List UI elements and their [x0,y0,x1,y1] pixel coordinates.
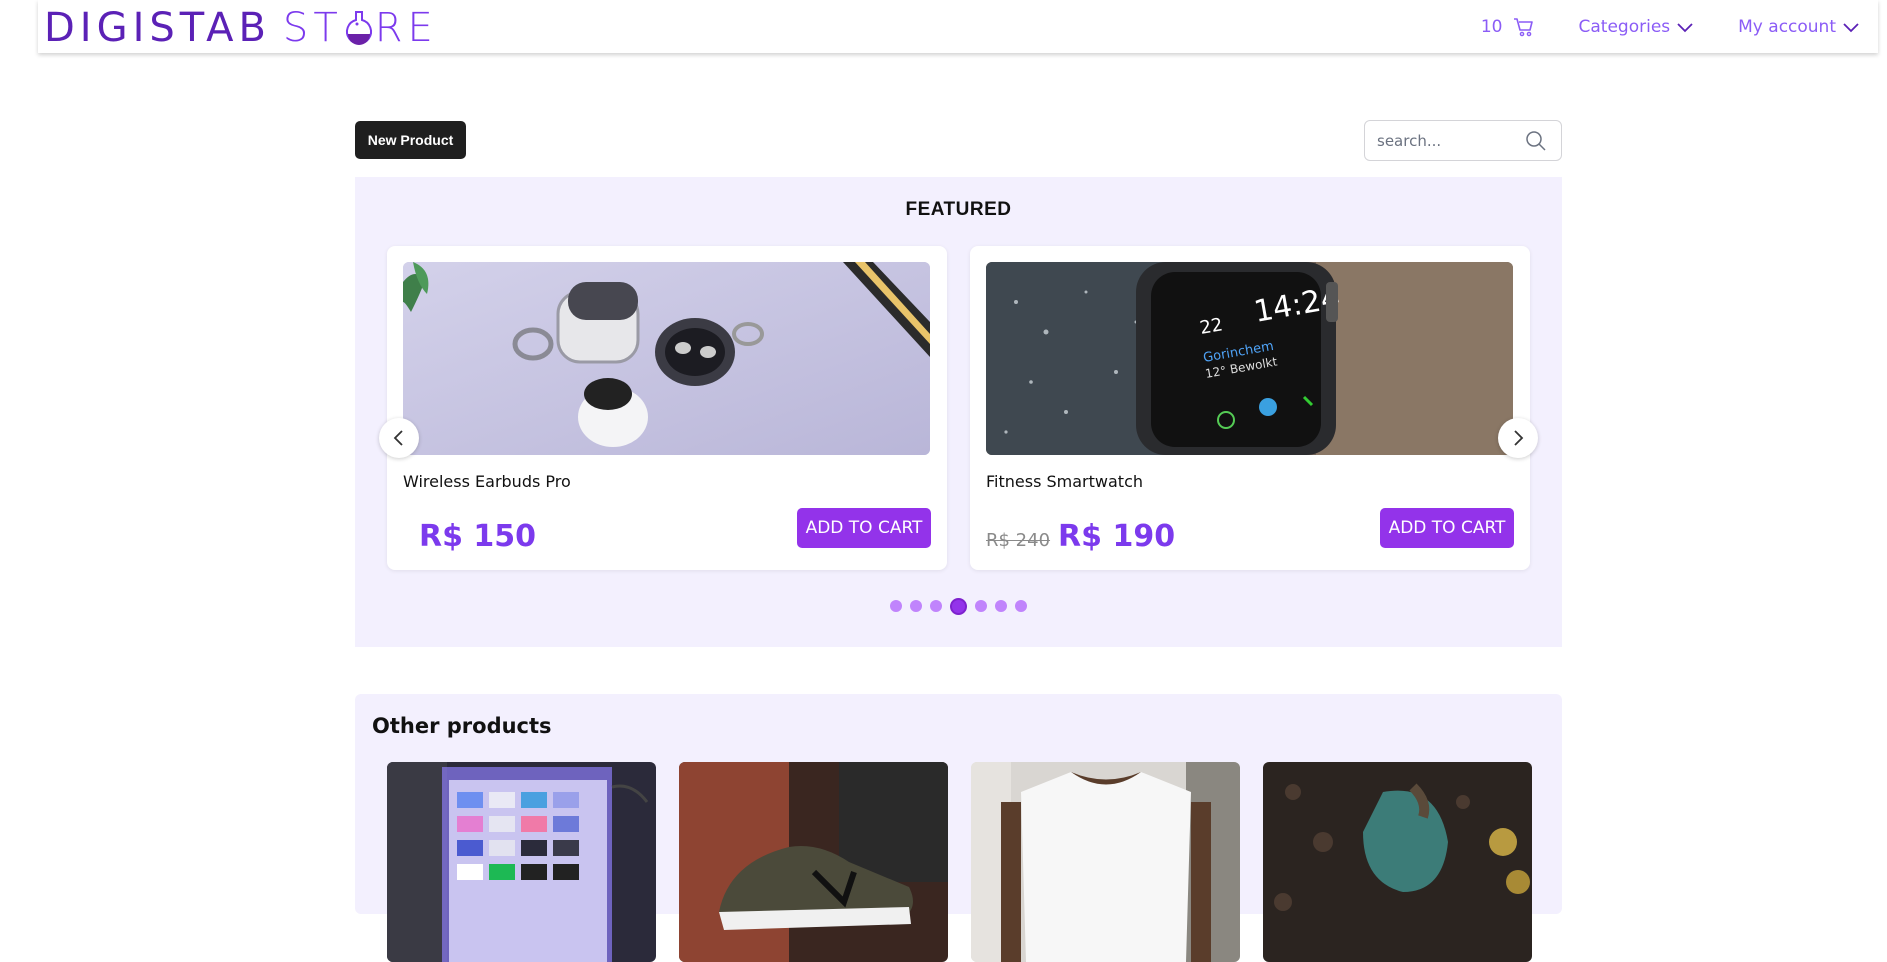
chevron-left-icon [393,430,403,446]
new-product-button[interactable]: New Product [355,121,466,159]
logo-text: DIGISTAB [44,5,271,51]
chevron-down-icon [1677,22,1693,32]
logo-store-text-2: RE [374,5,438,51]
nav-right: 10 Categories My account [1437,0,1878,53]
flask-icon [345,11,372,45]
carousel-prev-button[interactable] [379,418,419,458]
account-label: My account [1738,16,1836,37]
product-card-tv[interactable] [387,762,656,962]
svg-text:22: 22 [1198,314,1224,339]
other-products-title: Other products [372,714,552,738]
carousel-dot-active[interactable] [950,597,967,615]
cart-icon [1513,17,1533,36]
old-price: R$ 240 [986,530,1051,551]
cart-count: 10 [1480,16,1503,37]
search-input[interactable] [1377,131,1527,150]
carousel-next-button[interactable] [1498,418,1538,458]
featured-title: FEATURED [905,199,1012,220]
categories-menu[interactable]: Categories [1579,17,1695,37]
chevron-down-icon [1843,22,1859,32]
featured-card: 14:24 22 Gorinchem 12° Bewolkt Fitness S… [970,246,1530,570]
chevron-right-icon [1514,430,1524,446]
carousel-dot[interactable] [910,600,922,612]
logo[interactable]: DIGISTAB ST RE [44,5,438,51]
add-to-cart-button[interactable]: ADD TO CART [797,508,931,548]
cart-link[interactable]: 10 [1481,17,1535,37]
carousel-dots [355,597,1562,615]
carousel-dot[interactable] [890,600,902,612]
product-card-garden[interactable] [1263,762,1532,962]
search-box [1364,120,1562,161]
product-image-earbuds[interactable] [403,262,930,455]
product-card-tshirt[interactable] [971,762,1240,962]
search-icon[interactable] [1525,130,1547,152]
categories-label: Categories [1578,16,1671,37]
featured-section: FEATURED Wireless Earbuds Pro R$ 150 ADD… [355,177,1562,647]
product-name[interactable]: Wireless Earbuds Pro [403,472,571,491]
account-menu[interactable]: My account [1738,17,1860,37]
product-image-smartwatch[interactable]: 14:24 22 Gorinchem 12° Bewolkt [986,262,1513,455]
product-card-sneaker[interactable] [679,762,948,962]
carousel-dot[interactable] [975,600,987,612]
carousel-dot[interactable] [930,600,942,612]
other-products-section: Other products [355,694,1562,962]
carousel-dot[interactable] [995,600,1007,612]
featured-card: Wireless Earbuds Pro R$ 150 ADD TO CART [387,246,947,570]
product-name[interactable]: Fitness Smartwatch [986,472,1143,491]
price-wrap: R$ 240 R$ 190 [986,519,1175,554]
carousel-dot[interactable] [1015,600,1027,612]
price: R$ 190 [1058,519,1176,554]
navbar: DIGISTAB ST RE 10 Categories My account [38,0,1878,53]
add-to-cart-button[interactable]: ADD TO CART [1380,508,1514,548]
price: R$ 150 [419,519,537,554]
price-wrap: R$ 150 [411,519,536,554]
logo-store-text: ST [282,5,343,51]
